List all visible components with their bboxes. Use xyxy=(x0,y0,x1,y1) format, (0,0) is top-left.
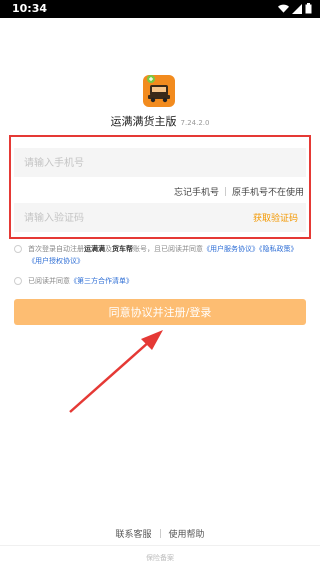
agreement-text-1: 首次登录自动注册运满满及货车帮账号，且已阅读并同意《用户服务协议》《隐私政策》《… xyxy=(28,243,298,267)
third-party-list-link[interactable]: 《第三方合作清单》 xyxy=(70,277,133,285)
divider xyxy=(159,529,161,538)
agreement-text: 已阅读并同意 xyxy=(28,277,70,285)
app-title: 运满满货主版 7.24.2.0 xyxy=(0,113,320,129)
code-field[interactable]: 获取验证码 xyxy=(14,203,318,234)
footer-note: 保险备案 xyxy=(146,554,174,562)
privacy-policy-link[interactable]: 《隐私政策》 xyxy=(259,245,298,253)
agree-and-login-button[interactable]: 同意协议并注册/登录 xyxy=(14,299,306,325)
brand-name: 运满满 xyxy=(84,245,105,253)
agree-radio-2[interactable] xyxy=(14,277,22,285)
service-agreement-link[interactable]: 《用户服务协议》 xyxy=(203,245,259,253)
customer-service-link[interactable]: 联系客服 xyxy=(115,527,151,540)
signal-icon xyxy=(292,3,302,14)
agreement-text: 及 xyxy=(105,245,112,253)
old-phone-unavailable-link[interactable]: 原手机号不在使用 xyxy=(232,185,304,198)
app-version: 7.24.2.0 xyxy=(180,119,210,127)
agreement-text: 账号，且已阅读并同意 xyxy=(133,245,203,253)
help-link[interactable]: 使用帮助 xyxy=(169,527,205,540)
truck-app-icon xyxy=(143,75,175,107)
status-time: 10:34 xyxy=(12,2,48,15)
footer-divider xyxy=(0,545,320,546)
app-name: 运满满货主版 xyxy=(110,115,177,128)
phone-field[interactable] xyxy=(14,148,318,179)
account-help-links: 忘记手机号 原手机号不在使用 xyxy=(174,185,304,198)
forgot-phone-link[interactable]: 忘记手机号 xyxy=(174,185,219,198)
agreement-text: 首次登录自动注册 xyxy=(28,245,84,253)
status-icons xyxy=(278,3,312,14)
footer-links: 联系客服 使用帮助 xyxy=(0,527,320,540)
wifi-icon xyxy=(278,4,289,13)
divider xyxy=(224,187,226,196)
auth-agreement-link[interactable]: 《用户授权协议》 xyxy=(28,257,84,265)
get-code-button[interactable]: 获取验证码 xyxy=(253,211,298,224)
status-bar: 10:34 xyxy=(0,0,320,18)
phone-input[interactable] xyxy=(14,148,318,179)
agree-radio-1[interactable] xyxy=(14,245,22,253)
brand-name: 货车帮 xyxy=(112,245,133,253)
agreement-text-2: 已阅读并同意《第三方合作清单》 xyxy=(28,275,298,287)
battery-icon xyxy=(305,3,312,14)
